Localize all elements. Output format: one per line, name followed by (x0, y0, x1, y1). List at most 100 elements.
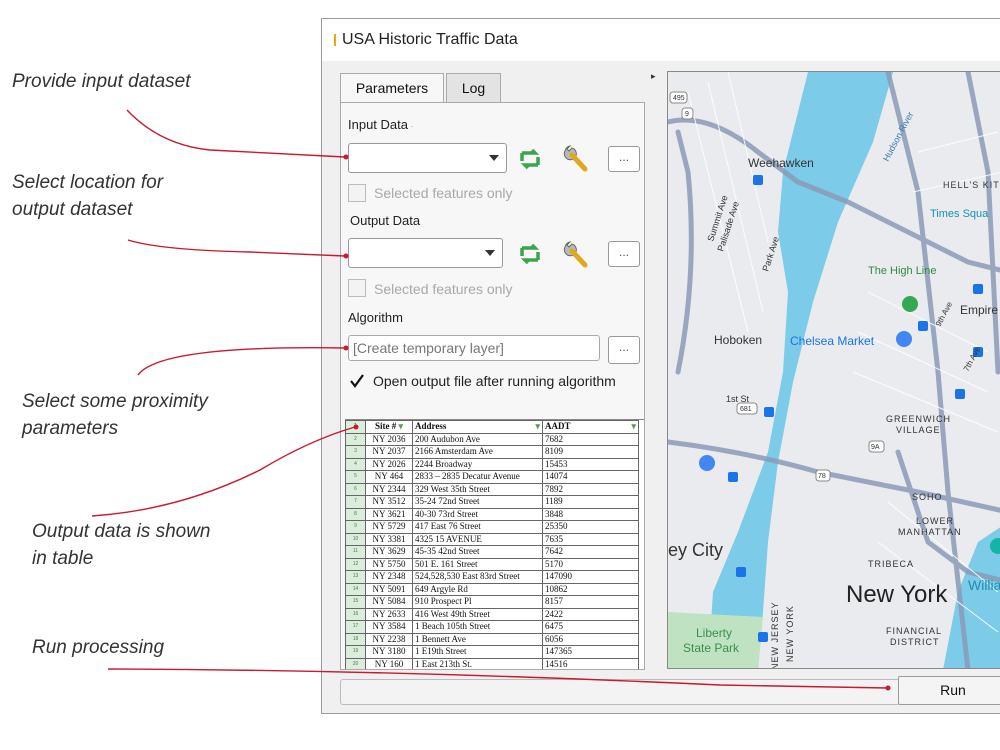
cell-site: NY 2633 (365, 607, 413, 621)
table-row[interactable]: 17 NY 3584 1 Beach 105th Street 6475 (345, 620, 639, 634)
table-row[interactable]: 6 NY 2344 329 West 35th Street 7892 (345, 482, 639, 496)
table-row[interactable]: 7 NY 3512 35-24 72nd Street 1189 (345, 495, 639, 509)
map-label-williamsburg: Willia (968, 577, 1000, 593)
row-number-header: 1 (345, 420, 366, 434)
map-label-first-st: 1st St (726, 394, 750, 404)
cell-aadt: 147365 (542, 645, 639, 659)
column-header-aadt[interactable]: AADT ▾ (542, 420, 639, 434)
cell-address: 1 E19th Street (412, 645, 543, 659)
map-label-liberty: Liberty (696, 626, 732, 640)
row-number: 4 (345, 457, 366, 471)
table-header-row: 1 Site # ▾ Address ▾ AADT ▾ (345, 420, 639, 434)
table-row[interactable]: 4 NY 2026 2244 Broadway 15453 (345, 457, 639, 471)
cell-aadt: 7892 (542, 482, 639, 496)
refresh-icon[interactable] (515, 239, 545, 269)
cell-address: 4325 15 AVENUE (412, 532, 543, 546)
table-row[interactable]: 15 NY 5084 910 Prospect Pl 8157 (345, 595, 639, 609)
cell-site: NY 5750 (365, 557, 413, 571)
leader-proximity (137, 347, 346, 376)
cell-site: NY 3629 (365, 545, 413, 559)
cell-address: 35-24 72nd Street (412, 495, 543, 509)
row-number: 16 (345, 607, 366, 621)
map-view[interactable]: 495 9 681 9A 78 Weehawken HELL'S KIT Tim… (667, 71, 1000, 669)
route-shield-495: 495 (673, 95, 685, 102)
cell-address: 524,528,530 East 83rd Street (412, 570, 543, 584)
cell-address: 45-35 42nd Street (412, 545, 543, 559)
column-header-site[interactable]: Site # ▾ (365, 420, 413, 434)
cell-site: NY 3621 (365, 507, 413, 521)
algorithm-input[interactable]: [Create temporary layer] (348, 335, 600, 361)
output-selected-only-label: Selected features only (374, 281, 513, 297)
output-table: 1 Site # ▾ Address ▾ AADT ▾ 2 NY 2036 200 … (345, 419, 644, 669)
park-pin-icon (902, 296, 918, 312)
run-button[interactable]: Run (898, 676, 1000, 705)
table-row[interactable]: 5 NY 464 2833 – 2835 Decatur Avenue 14074 (345, 470, 639, 484)
cell-address: 2166 Amsterdam Ave (412, 445, 543, 459)
cell-address: 501 E. 161 Street (412, 557, 543, 571)
map-label-new-jersey: NEW JERSEY (770, 601, 780, 669)
row-number: 17 (345, 620, 366, 634)
table-row[interactable]: 18 NY 2238 1 Bennett Ave 6056 (345, 632, 639, 646)
tab-parameters[interactable]: Parameters (340, 73, 444, 104)
annotation-output: Select location for output dataset (12, 169, 163, 223)
map-label-greenwich: GREENWICH (886, 414, 951, 424)
cell-address: 649 Argyle Rd (412, 582, 543, 596)
cell-aadt: 7642 (542, 545, 639, 559)
table-row[interactable]: 20 NY 160 1 East 213th St. 14516 (345, 657, 639, 669)
map-label-empire: Empire (960, 303, 998, 317)
cell-aadt: 25350 (542, 520, 639, 534)
column-header-address[interactable]: Address ▾ (412, 420, 543, 434)
cell-aadt: 1189 (542, 495, 639, 509)
input-data-combo[interactable] (348, 143, 507, 173)
table-row[interactable]: 13 NY 2348 524,528,530 East 83rd Street 147… (345, 570, 639, 584)
wrench-icon[interactable] (559, 239, 589, 269)
annotation-proximity: Select some proximity parameters (22, 388, 208, 442)
row-number: 10 (345, 532, 366, 546)
cell-address: 40-30 73rd Street (412, 507, 543, 521)
table-body: 2 NY 2036 200 Audubon Ave 7682 3 NY 2037 2166 … (345, 432, 639, 669)
input-browse-button[interactable]: ... (608, 146, 640, 172)
table-row[interactable]: 3 NY 2037 2166 Amsterdam Ave 8109 (345, 445, 639, 459)
annotation-output-line2: output dataset (12, 199, 133, 220)
cell-site: NY 2037 (365, 445, 413, 459)
table-row[interactable]: 14 NY 5091 649 Argyle Rd 10862 (345, 582, 639, 596)
cell-address: 417 East 76 Street (412, 520, 543, 534)
row-number: 15 (345, 595, 366, 609)
leader-input (126, 109, 346, 158)
row-number: 8 (345, 507, 366, 521)
output-selected-only-checkbox[interactable] (348, 279, 366, 297)
open-output-checkbox[interactable] (349, 373, 365, 389)
table-row[interactable]: 10 NY 3381 4325 15 AVENUE 7635 (345, 532, 639, 546)
row-number: 5 (345, 470, 366, 484)
table-row[interactable]: 8 NY 3621 40-30 73rd Street 3848 (345, 507, 639, 521)
table-row[interactable]: 9 NY 5729 417 East 76 Street 25350 (345, 520, 639, 534)
output-data-combo[interactable] (348, 238, 503, 268)
cell-site: NY 160 (365, 657, 413, 669)
cell-aadt: 14074 (542, 470, 639, 484)
annotation-input: Provide input dataset (12, 71, 191, 92)
output-browse-button[interactable]: ... (608, 241, 640, 267)
cell-aadt: 7635 (542, 532, 639, 546)
table-row[interactable]: 11 NY 3629 45-35 42nd Street 7642 (345, 545, 639, 559)
map-label-times-square: Times Squa (930, 208, 989, 220)
algorithm-browse-button[interactable]: ... (608, 336, 640, 364)
map-label-hells-kitchen: HELL'S KIT (943, 180, 1000, 190)
app-window: USA Historic Traffic Data Parameters Log… (321, 18, 1000, 714)
row-number: 11 (345, 545, 366, 559)
table-row[interactable]: 12 NY 5750 501 E. 161 Street 5170 (345, 557, 639, 571)
shopping-pin-icon (896, 331, 912, 347)
cell-site: NY 2026 (365, 457, 413, 471)
cell-aadt: 14516 (542, 657, 639, 669)
input-selected-only-checkbox[interactable] (348, 184, 366, 202)
table-row[interactable]: 2 NY 2036 200 Audubon Ave 7682 (345, 432, 639, 446)
refresh-icon[interactable] (515, 144, 545, 174)
tab-log[interactable]: Log (446, 73, 501, 103)
wrench-icon[interactable] (559, 143, 589, 173)
annotation-proximity-line2: parameters (22, 418, 119, 439)
table-row[interactable]: 16 NY 2633 416 West 49th Street 2422 (345, 607, 639, 621)
map-label-hoboken: Hoboken (714, 333, 762, 347)
collapse-arrow-icon[interactable]: ▸ (651, 71, 656, 82)
cell-aadt: 5170 (542, 557, 639, 571)
annotation-proximity-line1: Select some proximity (22, 391, 208, 412)
table-row[interactable]: 19 NY 3180 1 E19th Street 147365 (345, 645, 639, 659)
